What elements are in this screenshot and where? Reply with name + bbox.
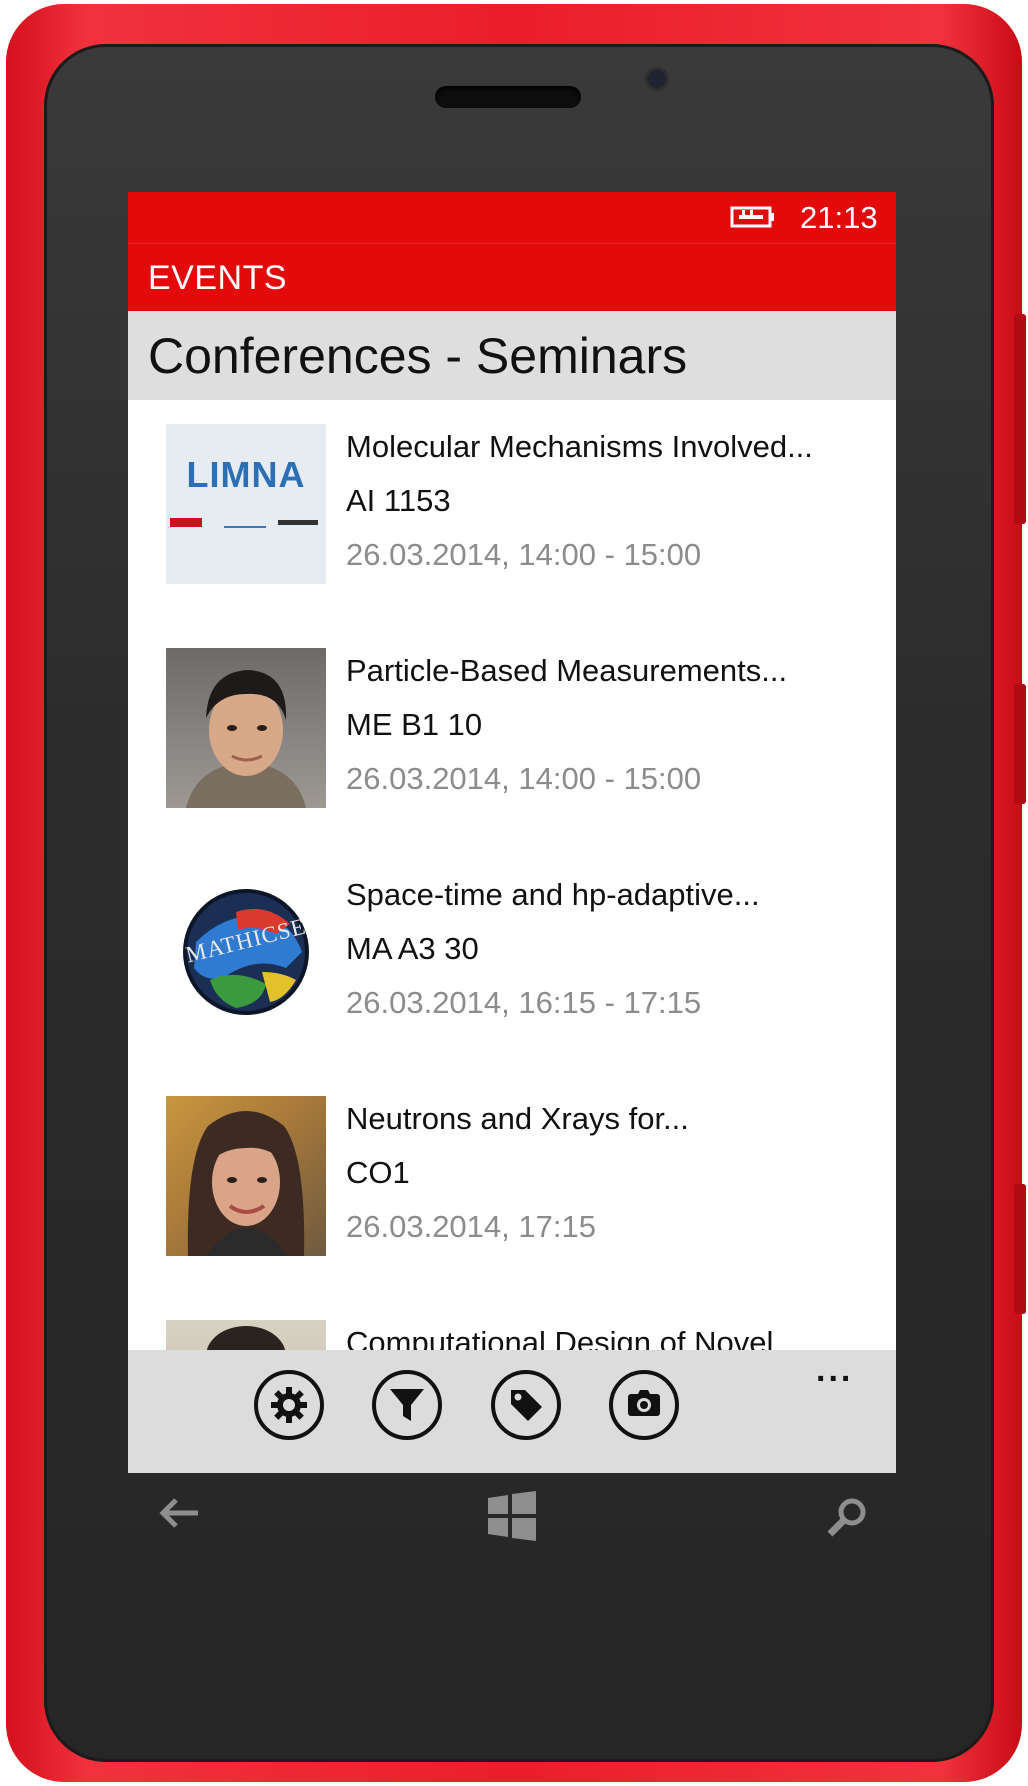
event-item[interactable]: MATHICSE Space-time and hp-adaptive... M… — [166, 872, 866, 1034]
speaker-photo — [166, 648, 326, 808]
event-date: 26.03.2014, 17:15 — [346, 1209, 596, 1244]
page-title: Conferences - Seminars — [148, 328, 688, 384]
camera-button[interactable] — [609, 1370, 679, 1440]
event-item[interactable]: Particle-Based Measurements... ME B1 10 … — [166, 648, 866, 810]
app-title: EVENTS — [148, 259, 288, 297]
status-bar: 21:13 — [128, 192, 896, 243]
app-title-bar: EVENTS — [128, 243, 896, 312]
event-title: Space-time and hp-adaptive... — [346, 877, 760, 912]
event-thumbnail: LIMNA — [166, 424, 326, 584]
volume-button[interactable] — [1014, 314, 1026, 524]
tag-icon — [511, 1390, 542, 1421]
settings-button[interactable] — [254, 1370, 324, 1440]
filter-button[interactable] — [372, 1370, 442, 1440]
event-title: Neutrons and Xrays for... — [346, 1101, 689, 1136]
search-icon[interactable] — [826, 1496, 868, 1538]
command-bar: ... — [128, 1350, 896, 1473]
event-title: Particle-Based Measurements... — [346, 653, 788, 688]
event-item[interactable]: Computational Design of Novel — [166, 1320, 866, 1350]
more-menu-button[interactable]: ... — [816, 1353, 853, 1387]
power-button[interactable] — [1014, 684, 1026, 804]
event-date: 26.03.2014, 16:15 - 17:15 — [346, 985, 702, 1020]
tag-button[interactable] — [491, 1370, 561, 1440]
event-room: ME B1 10 — [346, 707, 483, 742]
windows-start-icon[interactable] — [486, 1490, 538, 1542]
portrait-woman-icon — [187, 1111, 305, 1256]
camera-shutter-button[interactable] — [1014, 1184, 1026, 1314]
event-room: MA A3 30 — [346, 931, 479, 966]
filter-funnel-icon — [390, 1389, 424, 1421]
event-room: AI 1153 — [346, 483, 451, 518]
earpiece-speaker — [435, 86, 581, 108]
camera-icon — [628, 1390, 660, 1416]
logo-strip — [170, 518, 320, 530]
phone-screen: 21:13 EVENTS Conferences - Seminars LIMN… — [128, 192, 896, 1473]
portrait-man-icon — [186, 670, 306, 808]
front-camera — [648, 70, 666, 88]
event-title: Computational Design of Novel — [346, 1325, 774, 1350]
event-room: CO1 — [346, 1155, 410, 1190]
page-header: Conferences - Seminars — [128, 311, 896, 400]
event-title: Molecular Mechanisms Involved... — [346, 429, 813, 464]
event-date: 26.03.2014, 14:00 - 15:00 — [346, 537, 702, 572]
event-list[interactable]: LIMNA Molecular Mechanisms Involved... A… — [128, 400, 896, 1350]
charging-plug-icon — [730, 206, 774, 228]
settings-gear-icon — [271, 1387, 307, 1423]
speaker-photo — [166, 1320, 326, 1350]
clock: 21:13 — [800, 200, 878, 235]
event-item[interactable]: LIMNA Molecular Mechanisms Involved... A… — [166, 424, 866, 586]
event-date: 26.03.2014, 14:00 - 15:00 — [346, 761, 702, 796]
back-arrow-icon[interactable] — [158, 1496, 200, 1530]
speaker-photo — [166, 1096, 326, 1256]
event-item[interactable]: Neutrons and Xrays for... CO1 26.03.2014… — [166, 1096, 866, 1258]
limna-logo-text: LIMNA — [186, 454, 306, 495]
event-thumbnail: MATHICSE — [166, 872, 326, 1032]
